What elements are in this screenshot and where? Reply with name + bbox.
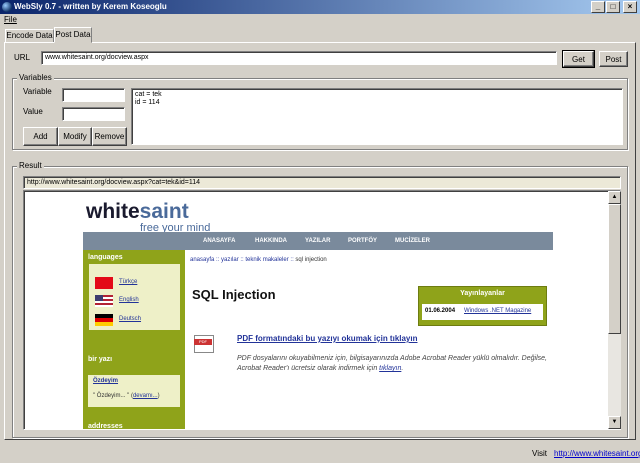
get-button[interactable]: Get [562,50,595,68]
visit-label: Visit [532,449,547,458]
pdf-note: PDF dosyalarını okuyabilmeniz için, bilg… [237,355,547,372]
acrobat-download-link[interactable]: tıklayın [379,365,401,372]
nav-item-yazilar[interactable]: YAZILAR [305,232,330,250]
addresses-heading: addresses [88,423,123,430]
breadcrumb-item[interactable]: anasayfa [190,257,214,263]
add-button[interactable]: Add [23,127,58,146]
result-group-label: Result [17,161,44,170]
tab-post-data[interactable]: Post Data [54,27,92,43]
publisher-heading: Yayınlayanlar [460,290,505,297]
language-link-english[interactable]: English [119,297,139,303]
variable-list-item[interactable]: id = 114 [135,99,622,107]
site-logo[interactable]: whitesaint [86,201,189,223]
featured-article-excerpt: " Özdeyim... " (devamı...) [93,393,160,399]
published-date: 01.06.2004 [425,308,456,314]
globe-icon [2,2,12,12]
scrollbar-thumb[interactable] [608,204,621,334]
breadcrumb-item[interactable]: teknik makaleler [245,257,288,263]
nav-item-anasayfa[interactable]: ANASAYFA [203,232,235,250]
menu-bar: File [0,14,640,26]
language-link-turkish[interactable]: Türkçe [119,279,137,285]
value-input[interactable] [62,107,125,121]
arrow-up-icon[interactable]: ▲ [608,191,621,204]
nav-item-mucizeler[interactable]: MUCİZELER [395,232,430,250]
pdf-download-link[interactable]: PDF formatındaki bu yazıyı okumak için t… [237,334,418,343]
featured-article-title[interactable]: Özdeyim [93,378,118,384]
pdf-icon[interactable]: PDF [194,335,214,353]
tab-encode-data[interactable]: Encode Data [5,29,54,43]
close-button[interactable]: × [623,1,637,13]
nav-item-portfoy[interactable]: PORTFÖY [348,232,377,250]
variables-list[interactable]: cat = tek id = 114 [131,88,623,145]
publisher-row: 01.06.2004 Windows .NET Magazine [422,304,543,320]
browser-scrollbar[interactable]: ▲ ▼ [608,191,621,429]
window-title: WebSly 0.7 - written by Kerem Koseoglu [14,2,167,11]
modify-button[interactable]: Modify [58,127,92,146]
value-label: Value [23,107,43,116]
german-flag-icon[interactable] [95,314,113,326]
us-flag-icon[interactable] [95,295,113,307]
language-link-deutsch[interactable]: Deutsch [119,316,141,322]
variable-label: Variable [23,87,52,96]
minimize-button[interactable]: _ [591,1,605,13]
maximize-button[interactable]: □ [606,1,620,13]
publisher-link[interactable]: Windows .NET Magazine [464,308,531,314]
bir-yazi-heading: bir yazı [88,356,113,363]
nav-item-hakkinda[interactable]: HAKKINDA [255,232,287,250]
url-label: URL [14,53,31,62]
remove-button[interactable]: Remove [92,127,127,146]
breadcrumb-current: sql injection [295,257,327,263]
arrow-down-icon[interactable]: ▼ [608,416,621,429]
read-more-link[interactable]: devamı... [133,393,158,399]
publisher-box: Yayınlayanlar 01.06.2004 Windows .NET Ma… [418,286,547,326]
title-bar[interactable]: WebSly 0.7 - written by Kerem Koseoglu _… [0,0,640,14]
variable-input[interactable] [62,88,125,102]
site-nav: ANASAYFA HAKKINDA YAZILAR PORTFÖY MUCİZE… [83,232,553,250]
result-address: http://www.whitesaint.org/docview.aspx?c… [23,176,621,189]
status-bar: Visit http://www.whitesaint.org [0,444,640,463]
variable-list-item[interactable]: cat = tek [135,91,622,99]
languages-heading: languages [88,254,123,261]
menu-file[interactable]: File [4,15,17,24]
breadcrumb: anasayfa :: yazılar :: teknik makaleler … [190,257,327,263]
post-button[interactable]: Post [599,51,628,67]
visit-link[interactable]: http://www.whitesaint.org [554,449,640,458]
variables-group-label: Variables [17,73,54,82]
breadcrumb-item[interactable]: yazılar [221,257,239,263]
result-browser[interactable]: whitesaint free your mind ANASAYFA HAKKI… [23,190,621,430]
turkish-flag-icon[interactable] [95,277,113,289]
article-heading: SQL Injection [192,287,276,302]
url-input[interactable]: www.whitesaint.org/docview.aspx [41,51,557,65]
